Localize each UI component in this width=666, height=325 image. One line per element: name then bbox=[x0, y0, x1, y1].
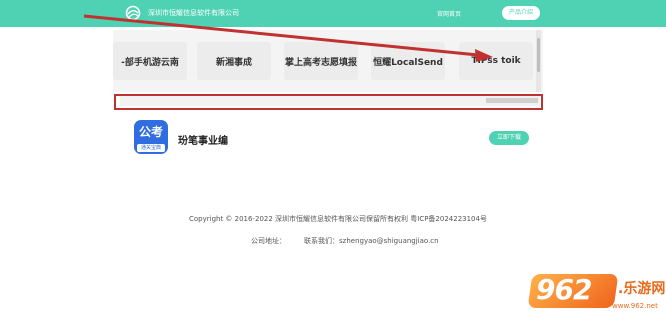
watermark-site: .乐游网 bbox=[618, 281, 666, 297]
carousel-card[interactable]: TIPss toik bbox=[459, 42, 533, 80]
carousel-card[interactable]: 掌上高考志愿填报 bbox=[284, 42, 358, 80]
watermark-domain: www.962.net bbox=[612, 302, 658, 310]
nav-home-link[interactable]: 官网首页 bbox=[437, 9, 461, 18]
nav-product-button[interactable]: 产品介绍 bbox=[502, 6, 540, 20]
carousel-card[interactable]: 新湘事成 bbox=[197, 42, 271, 80]
vertical-scrollbar-thumb[interactable] bbox=[537, 38, 540, 72]
app-icon-title: 公考 bbox=[138, 125, 163, 139]
copyright-text: Copyright © 2016-2022 深圳市恒耀信息软件有限公司保留所有权… bbox=[189, 215, 487, 223]
app-icon[interactable]: 公考 通关宝典 bbox=[134, 120, 168, 154]
contact-text: 联系我们：szhengyao@shiguangjiao.cn bbox=[304, 237, 439, 245]
address-label: 公司地址： bbox=[251, 237, 286, 245]
site-watermark: 962 .乐游网 www.962.net bbox=[527, 270, 666, 320]
watermark-digits: 962 bbox=[536, 273, 592, 306]
highlight-box bbox=[114, 94, 543, 110]
carousel-card[interactable]: 恒耀LocalSend bbox=[371, 42, 445, 80]
app-name: 玢笔事业编 bbox=[178, 136, 228, 147]
download-button[interactable]: 立即下载 bbox=[489, 131, 529, 145]
app-carousel: -部手机游云南 新湘事成 掌上高考志愿填报 恒耀LocalSend TIPss … bbox=[113, 30, 543, 92]
carousel-card[interactable]: -部手机游云南 bbox=[113, 42, 187, 80]
app-icon-subtitle: 通关宝典 bbox=[137, 144, 165, 152]
company-name: 深圳市恒耀信息软件有限公司 bbox=[148, 9, 239, 17]
company-logo-icon[interactable] bbox=[124, 5, 142, 21]
top-header: 深圳市恒耀信息软件有限公司 官网首页 产品介绍 bbox=[0, 0, 666, 27]
